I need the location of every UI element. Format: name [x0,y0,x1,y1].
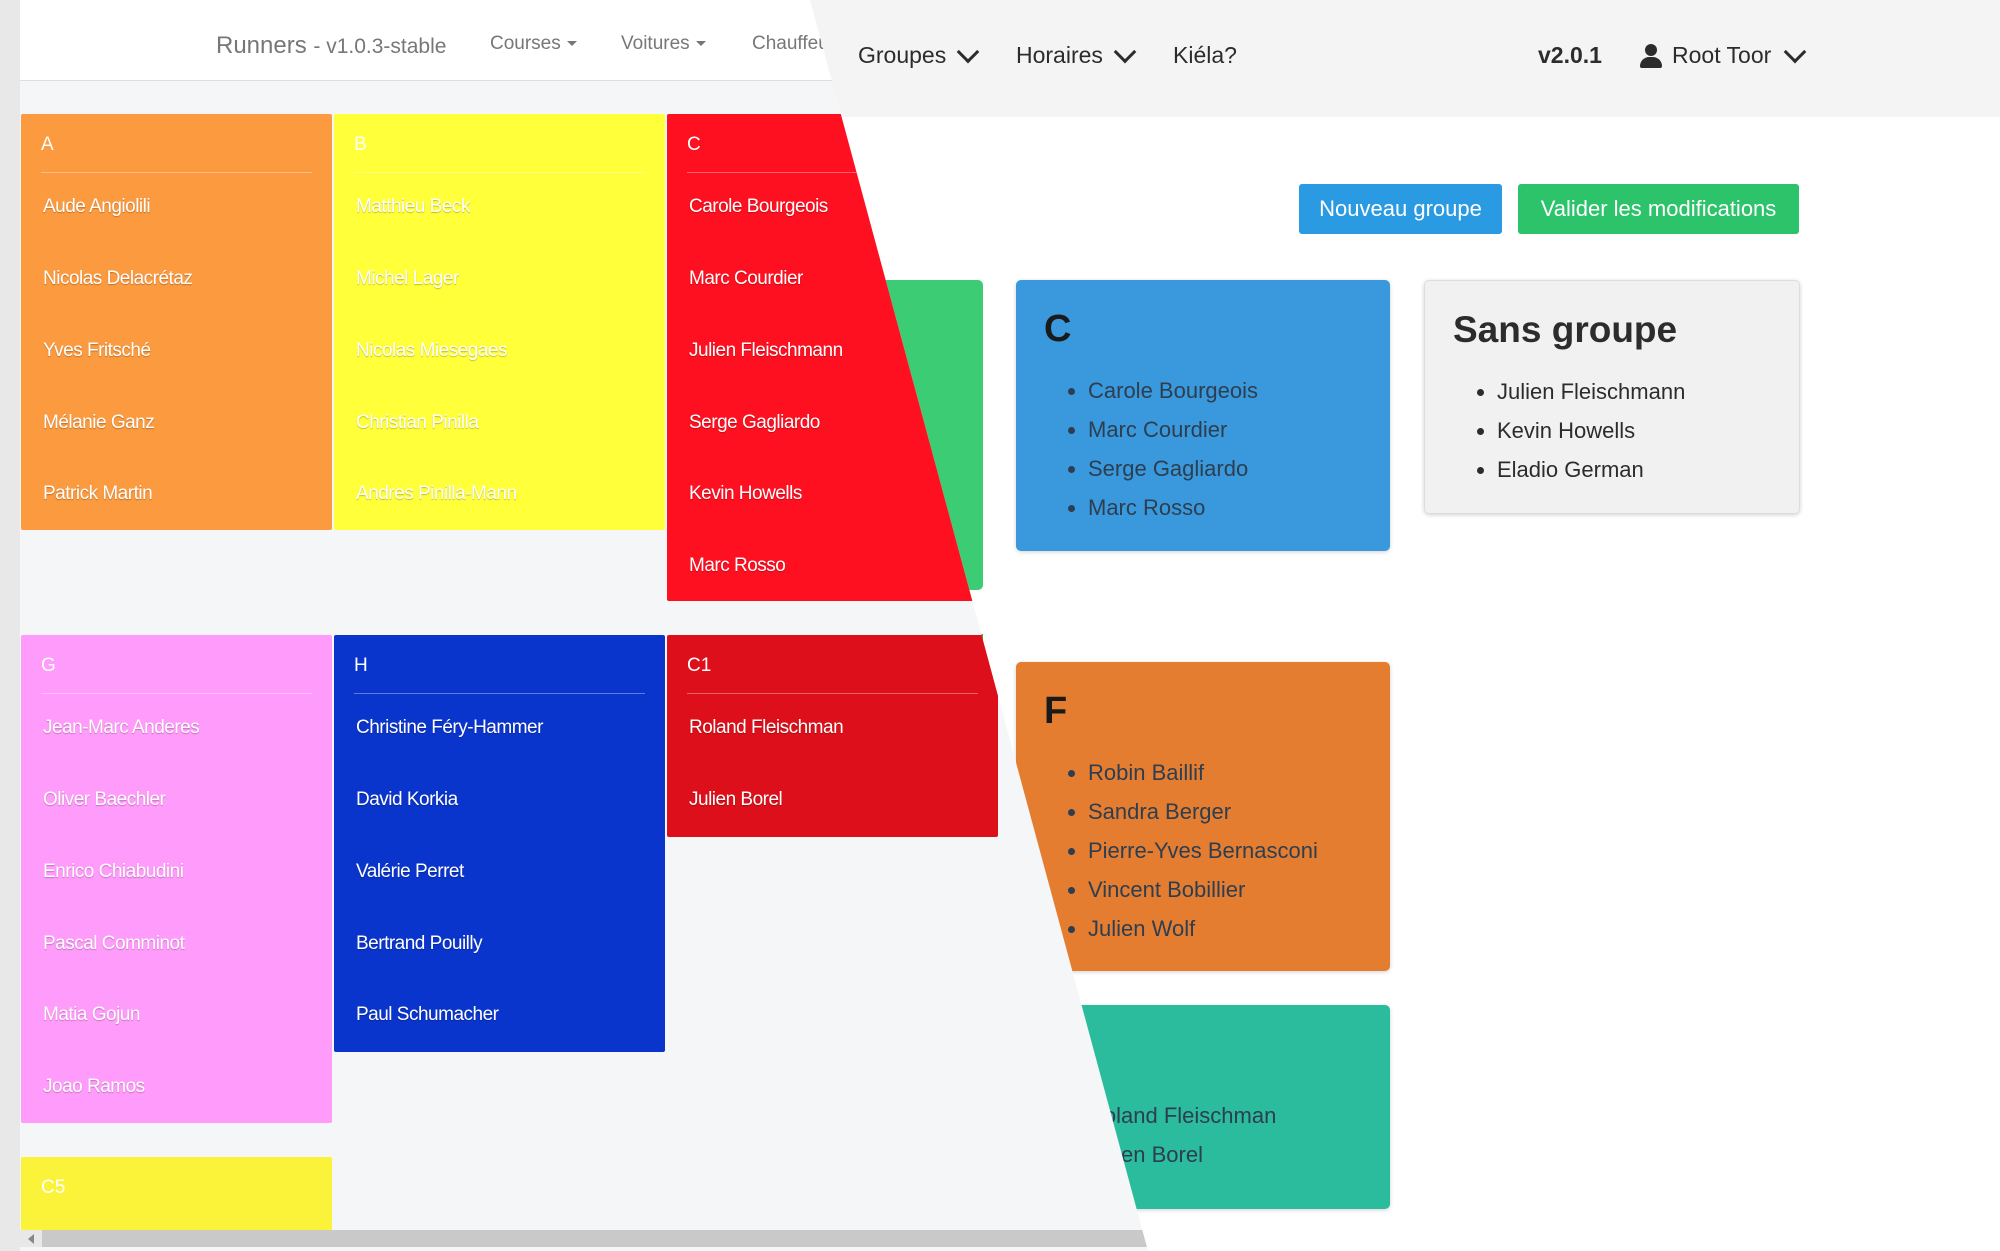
divider [41,172,312,173]
member-item[interactable]: Christine Féry-Hammer [356,717,543,739]
member-item[interactable]: Matia Gojun [43,1004,140,1026]
member-item[interactable]: Julien Fleischmann [689,340,843,362]
member-item[interactable]: Robin Baillif [1088,753,1318,792]
member-item[interactable]: Pascal Comminot [43,933,185,955]
member-item[interactable]: Bertrand Pouilly [356,933,483,955]
member-item[interactable]: Enrico Chiabudini [43,861,184,883]
arrow-left-icon [28,1234,34,1244]
nav-horaires-label: Horaires [1016,42,1103,68]
group-title: C [687,134,701,155]
member-item[interactable]: Mélanie Ganz [43,412,155,434]
divider [687,693,978,694]
member-item[interactable]: Julien Fleischmann [1497,372,1685,411]
member-item[interactable]: Sandra Berger [1088,792,1318,831]
old-nav-courses[interactable]: Courses [490,33,577,55]
old-group-card-c1[interactable]: C1 Roland Fleischman Julien Borel [667,635,998,837]
member-item[interactable]: Roland Fleischman [1088,1096,1276,1135]
group-title: C5 [41,1177,66,1198]
member-item[interactable]: Marc Rosso [689,555,786,577]
member-item[interactable]: Marc Courdier [1088,410,1258,449]
member-item[interactable]: Serge Gagliardo [689,412,820,434]
group-title: B [354,134,367,155]
group-title: C1 [687,655,712,676]
member-item[interactable]: Roland Fleischman [689,717,844,739]
old-nav-voitures[interactable]: Voitures [621,33,706,55]
user-icon [1640,43,1662,68]
member-item[interactable]: Nicolas Delacrétaz [43,268,193,290]
validate-changes-button[interactable]: Valider les modifications [1518,184,1799,234]
old-brand[interactable]: Runners - v1.0.3-stable [216,32,446,60]
chevron-down-icon [1113,40,1137,63]
nav-kiela-label: Kiéla? [1173,42,1237,68]
member-item[interactable]: Patrick Martin [43,483,153,505]
member-item[interactable]: Oliver Baechler [43,789,166,811]
member-list: Carole Bourgeois Marc Courdier Serge Gag… [1044,371,1258,527]
old-group-card-g[interactable]: G Jean-Marc Anderes Oliver Baechler Enri… [21,635,332,1123]
member-item[interactable]: Kevin Howells [1497,411,1685,450]
nav-kiela[interactable]: Kiéla? [1173,42,1237,69]
caret-down-icon [566,41,577,47]
divider [41,693,312,694]
member-list: Robin Baillif Sandra Berger Pierre-Yves … [1044,753,1318,948]
member-item[interactable]: Julien Borel [689,789,783,811]
old-group-card-a[interactable]: A Aude Angiolili Nicolas Delacrétaz Yves… [21,114,332,530]
member-item[interactable]: Pierre-Yves Bernasconi [1088,831,1318,870]
nav-horaires[interactable]: Horaires [1016,40,1137,69]
group-title: G [41,655,56,676]
member-item[interactable]: Yves Fritsché [43,340,151,362]
member-item[interactable]: Kevin Howells [689,483,802,505]
brand-version: - v1.0.3-stable [313,35,447,58]
group-title: A [41,134,54,155]
member-item[interactable]: Marc Rosso [1088,488,1258,527]
user-menu[interactable]: Root Toor [1640,40,1807,69]
new-group-button[interactable]: Nouveau groupe [1299,184,1502,234]
user-name: Root Toor [1672,42,1772,68]
group-title: Sans groupe [1453,309,1678,350]
caret-down-icon [695,41,706,47]
old-nav-voitures-label: Voitures [621,33,690,54]
member-item[interactable]: Paul Schumacher [356,1004,499,1026]
group-card-sans-groupe[interactable]: Sans groupe Julien Fleischmann Kevin How… [1424,280,1800,514]
member-item[interactable]: Marc Courdier [689,268,803,290]
member-item[interactable]: Vincent Bobillier [1088,870,1318,909]
member-item[interactable]: Nicolas Miesegaes [356,340,507,362]
member-item[interactable]: Christian Pinilla [356,412,479,434]
old-group-card-c5[interactable]: C5 [21,1157,332,1237]
member-list: Julien Fleischmann Kevin Howells Eladio … [1453,372,1685,489]
old-nav-courses-label: Courses [490,33,561,54]
member-item[interactable]: Aude Angiolili [43,196,151,218]
group-card-c[interactable]: C Carole Bourgeois Marc Courdier Serge G… [1016,280,1390,551]
member-item[interactable]: Serge Gagliardo [1088,449,1258,488]
member-item[interactable]: Valérie Perret [356,861,464,883]
chevron-down-icon [956,40,980,63]
group-title: C [1044,308,1072,350]
old-group-card-h[interactable]: H Christine Féry-Hammer David Korkia Val… [334,635,665,1052]
member-item[interactable]: Andres Pinilla-Mann [356,483,517,505]
member-item[interactable]: Eladio German [1497,450,1685,489]
member-item[interactable]: Matthieu Beck [356,196,470,218]
brand-name: Runners [216,32,307,59]
app-version: v2.0.1 [1538,42,1602,68]
chevron-down-icon [1783,40,1807,63]
group-title: H [354,655,368,676]
member-item[interactable]: Carole Bourgeois [689,196,828,218]
nav-groupes[interactable]: Groupes [858,40,980,69]
old-group-card-b[interactable]: B Matthieu Beck Michel Lager Nicolas Mie… [334,114,665,530]
divider [354,693,645,694]
group-title: F [1044,690,1068,732]
member-item[interactable]: David Korkia [356,789,458,811]
nav-groupes-label: Groupes [858,42,947,68]
member-item[interactable]: Jean-Marc Anderes [43,717,200,739]
group-card-f[interactable]: F Robin Baillif Sandra Berger Pierre-Yve… [1016,662,1390,971]
horizontal-scrollbar[interactable] [20,1230,1148,1247]
divider [354,172,645,173]
member-item[interactable]: Joao Ramos [43,1076,145,1098]
member-item[interactable]: Julien Wolf [1088,909,1318,948]
window-edge [0,0,20,1251]
member-item[interactable]: Carole Bourgeois [1088,371,1258,410]
member-item[interactable]: Michel Lager [356,268,459,290]
